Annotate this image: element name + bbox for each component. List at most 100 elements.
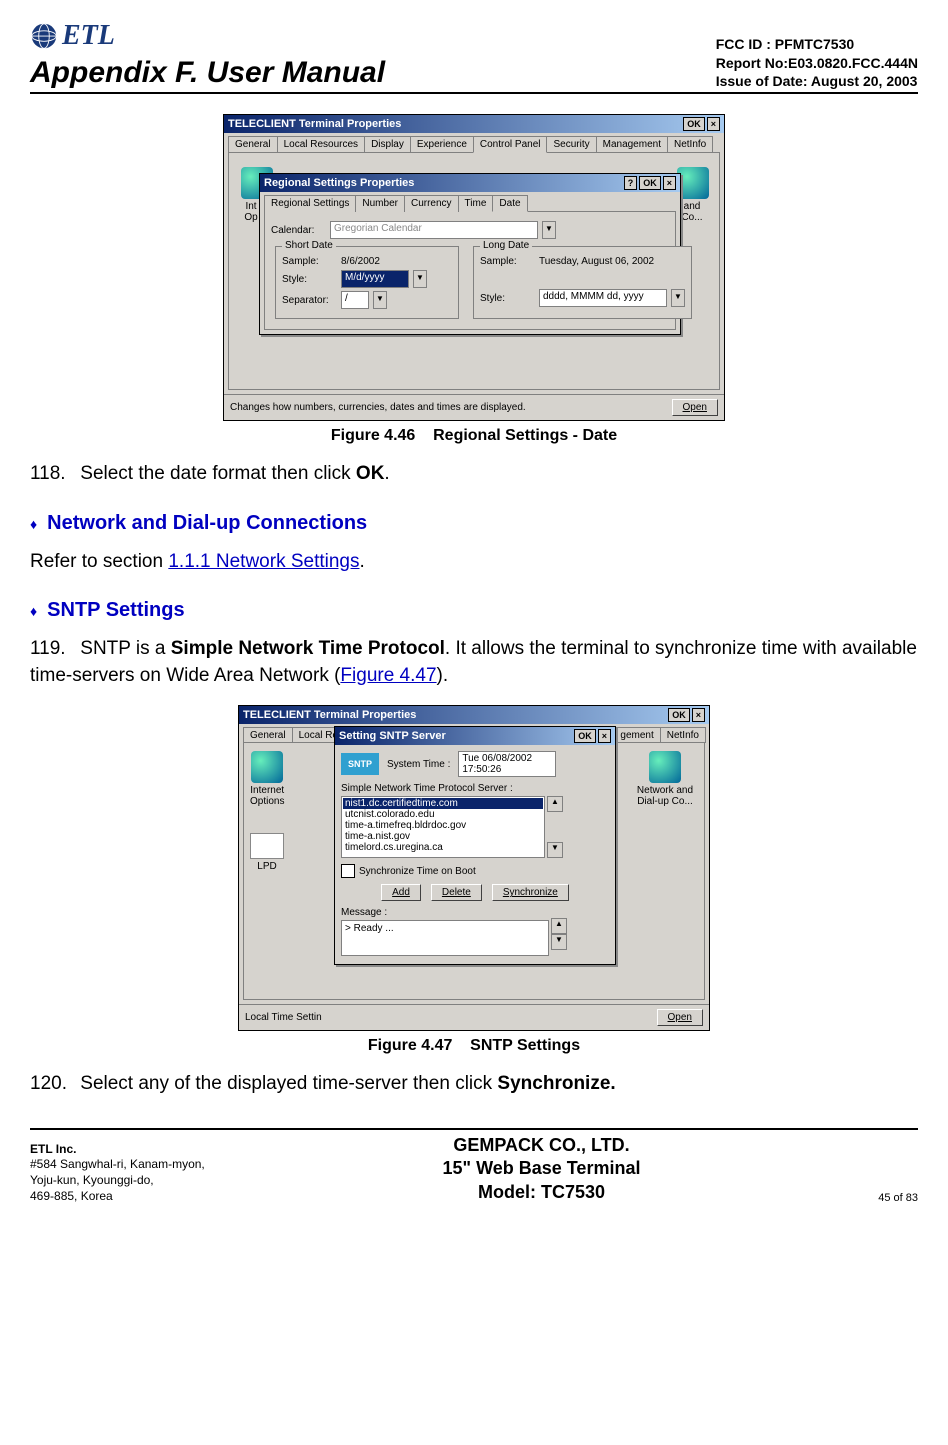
link-figure-4-47[interactable]: Figure 4.47	[340, 665, 436, 686]
window-title: TELECLIENT Terminal Properties	[228, 118, 401, 130]
sntp-logo-icon: SNTP	[341, 753, 379, 775]
globe-icon	[30, 22, 58, 50]
server-listbox[interactable]: nist1.dc.certifiedtime.com utcnist.color…	[341, 796, 545, 858]
short-style-select[interactable]: M/d/yyyy	[341, 270, 409, 288]
tab-date[interactable]: Date	[492, 195, 527, 212]
header-right: FCC ID : PFMTC7530 Report No:E03.0820.FC…	[716, 35, 918, 90]
ok-button[interactable]: OK	[639, 176, 661, 190]
open-button[interactable]: Open	[657, 1009, 703, 1026]
step-number: 119.	[30, 636, 75, 663]
step-text: Select the date format then click	[80, 463, 356, 484]
sntp-body: SNTP System Time : Tue 06/08/2002 17:50:…	[335, 745, 615, 964]
tab-netinfo[interactable]: NetInfo	[660, 727, 706, 743]
ok-button[interactable]: OK	[574, 729, 596, 743]
listbox-scroll[interactable]: ▲ ▼	[547, 796, 563, 858]
tab-management[interactable]: Management	[596, 136, 668, 153]
link-network-settings[interactable]: 1.1.1 Network Settings	[168, 551, 359, 572]
cp-icon-partial-left[interactable]: Int Op	[241, 167, 261, 237]
footer-c1: GEMPACK CO., LTD.	[443, 1134, 641, 1157]
close-icon[interactable]: ×	[598, 729, 611, 743]
synchronize-button[interactable]: Synchronize	[492, 884, 569, 901]
message-box: > Ready ...	[341, 920, 549, 956]
short-date-group: Short Date Sample:8/6/2002 Style:M/d/yyy…	[275, 246, 459, 319]
tab-general[interactable]: General	[228, 136, 278, 153]
section-network: ♦Network and Dial-up Connections	[30, 512, 918, 535]
cp-icon-partial-right[interactable]: and Co...	[677, 167, 707, 237]
separator-label: Separator:	[282, 295, 337, 306]
long-style-select[interactable]: dddd, MMMM dd, yyyy	[539, 289, 667, 307]
close-icon[interactable]: ×	[663, 176, 676, 190]
status-bar-2: Local Time Settin Open	[239, 1004, 709, 1030]
window-titlebar[interactable]: TELECLIENT Terminal Properties OK ×	[224, 115, 724, 133]
ok-button[interactable]: OK	[668, 708, 690, 722]
sync-boot-checkbox[interactable]	[341, 864, 355, 878]
help-icon[interactable]: ?	[624, 176, 638, 190]
teleclient-window: TELECLIENT Terminal Properties OK × Gene…	[223, 114, 725, 421]
globe-icon	[649, 751, 681, 783]
add-button[interactable]: Add	[381, 884, 421, 901]
inner-titlebar[interactable]: Regional Settings Properties ? OK ×	[260, 174, 680, 192]
fcc-id: FCC ID : PFMTC7530	[716, 35, 918, 53]
ok-button[interactable]: OK	[683, 117, 705, 131]
tab-local-resources[interactable]: Local Resources	[277, 136, 365, 153]
chevron-down-icon[interactable]: ▼	[542, 221, 556, 239]
open-button[interactable]: Open	[672, 399, 718, 416]
sntp-button-row: Add Delete Synchronize	[341, 884, 609, 901]
msg-scroll[interactable]: ▲ ▼	[551, 918, 567, 958]
tab-experience[interactable]: Experience	[410, 136, 474, 153]
step-120: 120. Select any of the displayed time-se…	[30, 1071, 918, 1098]
step-118: 118. Select the date format then click O…	[30, 461, 918, 488]
sntp-window: Setting SNTP Server OK × SNTP System Tim…	[334, 726, 616, 965]
page-footer: ETL Inc. #584 Sangwhal-ri, Kanam-myon, Y…	[30, 1128, 918, 1204]
window-titlebar[interactable]: TELECLIENT Terminal Properties OK ×	[239, 706, 709, 724]
icon-label: LPD	[250, 861, 284, 872]
server-item[interactable]: time-a.nist.gov	[343, 831, 543, 842]
calendar-row: Calendar: Gregorian Calendar ▼	[271, 221, 669, 239]
tab-display[interactable]: Display	[364, 136, 411, 153]
tab-management-partial[interactable]: gement	[613, 727, 660, 743]
delete-button[interactable]: Delete	[431, 884, 482, 901]
sntp-titlebar[interactable]: Setting SNTP Server OK ×	[335, 727, 615, 745]
tab-currency[interactable]: Currency	[404, 195, 459, 212]
separator-select[interactable]: /	[341, 291, 369, 309]
tab-netinfo[interactable]: NetInfo	[667, 136, 713, 153]
server-item[interactable]: nist1.dc.certifiedtime.com	[343, 798, 543, 809]
server-item[interactable]: timelord.cs.uregina.ca	[343, 842, 543, 853]
section-sntp: ♦SNTP Settings	[30, 599, 918, 622]
cp-internet-options[interactable]: Internet Options	[250, 751, 284, 807]
chevron-down-icon[interactable]: ▼	[373, 291, 387, 309]
cp-network-dialup[interactable]: Network and Dial-up Co...	[632, 751, 698, 807]
cp-lpd[interactable]: LPD	[250, 833, 284, 872]
icon-label: Internet Options	[250, 785, 284, 807]
server-item[interactable]: utcnist.colorado.edu	[343, 809, 543, 820]
footer-left: ETL Inc. #584 Sangwhal-ri, Kanam-myon, Y…	[30, 1142, 205, 1204]
status-text: Local Time Settin	[245, 1012, 322, 1023]
icon-label: Int Op	[241, 201, 261, 223]
tab-security[interactable]: Security	[546, 136, 596, 153]
step-number: 118.	[30, 461, 75, 488]
systime-label: System Time :	[387, 759, 450, 770]
tab-control-panel[interactable]: Control Panel	[473, 136, 548, 153]
globe-icon	[251, 751, 283, 783]
sync-boot-label: Synchronize Time on Boot	[359, 866, 476, 877]
chevron-down-icon[interactable]: ▼	[671, 289, 685, 307]
window-title: TELECLIENT Terminal Properties	[243, 709, 416, 721]
sync-boot-row: Synchronize Time on Boot	[341, 864, 609, 878]
scroll-up-icon[interactable]: ▲	[551, 918, 567, 934]
printer-icon	[250, 833, 284, 859]
tab-time[interactable]: Time	[458, 195, 494, 212]
tab-number[interactable]: Number	[355, 195, 405, 212]
tab-general[interactable]: General	[243, 727, 293, 743]
scroll-down-icon[interactable]: ▼	[551, 934, 567, 950]
short-sample: 8/6/2002	[341, 256, 380, 267]
calendar-select[interactable]: Gregorian Calendar	[330, 221, 538, 239]
sntp-title: Setting SNTP Server	[339, 730, 446, 742]
scroll-up-icon[interactable]: ▲	[547, 796, 563, 812]
scroll-down-icon[interactable]: ▼	[547, 842, 563, 858]
close-icon[interactable]: ×	[692, 708, 705, 722]
close-icon[interactable]: ×	[707, 117, 720, 131]
figure-4-47: TELECLIENT Terminal Properties OK × Gene…	[30, 705, 918, 1055]
tab-regional[interactable]: Regional Settings	[264, 195, 356, 212]
chevron-down-icon[interactable]: ▼	[413, 270, 427, 288]
server-item[interactable]: time-a.timefreq.bldrdoc.gov	[343, 820, 543, 831]
